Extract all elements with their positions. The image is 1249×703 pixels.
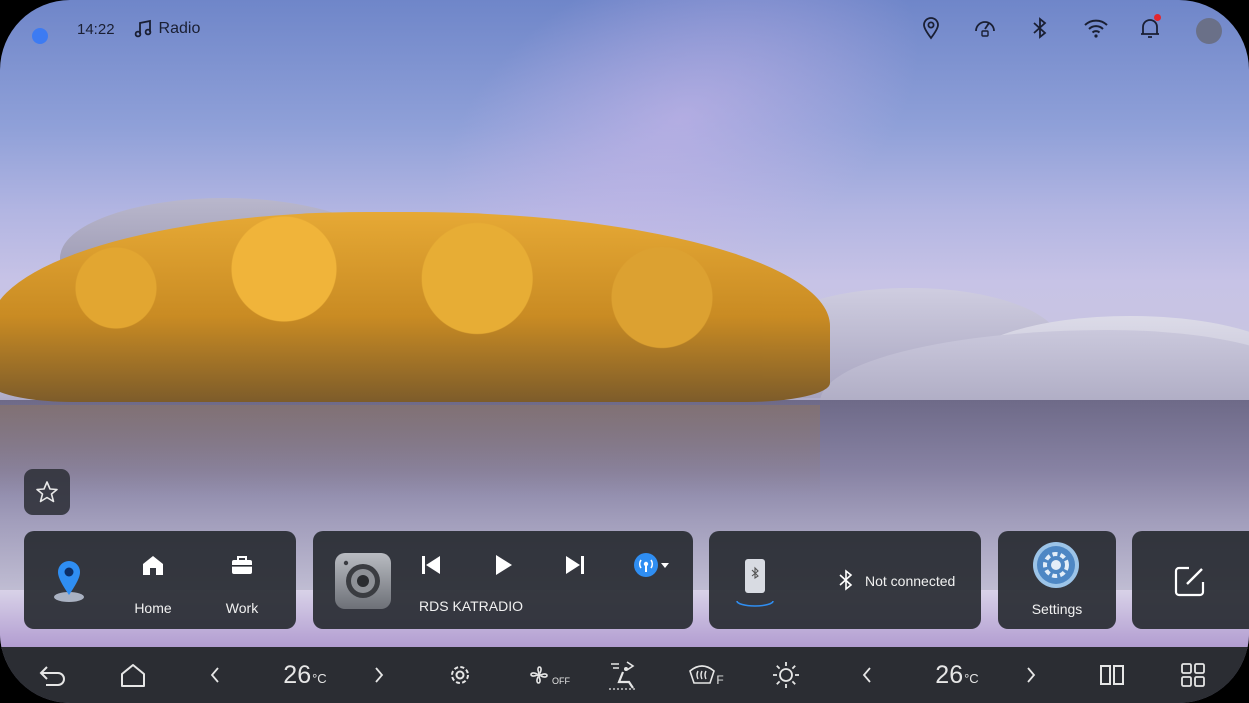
favorites-button[interactable] — [24, 469, 70, 515]
location-icon[interactable] — [918, 14, 944, 42]
notification-bell-icon[interactable] — [1137, 14, 1163, 42]
clock: 14:22 — [77, 20, 115, 38]
work-briefcase-icon[interactable] — [224, 551, 260, 579]
music-note-icon — [134, 19, 151, 38]
map-pin-icon[interactable] — [48, 555, 90, 605]
driver-temperature-value: 26 — [283, 660, 312, 689]
radio-antenna-icon — [634, 553, 658, 577]
split-screen-button[interactable] — [1094, 647, 1130, 703]
navigation-widget: Home Work — [24, 531, 296, 629]
chevron-left-icon — [210, 667, 219, 683]
passenger-temp-increase[interactable] — [1016, 647, 1046, 703]
speed-limit-icon[interactable] — [972, 14, 998, 42]
driver-temperature-unit: °C — [312, 670, 327, 686]
app-drawer-button[interactable] — [1176, 647, 1210, 703]
settings-widget[interactable]: Settings — [998, 531, 1116, 629]
bottom-dock: 26 °C OFF F 26 °C — [0, 647, 1249, 703]
screen: 14:22 Radio Home Work RDS KATRADIO Not c… — [0, 0, 1249, 703]
avatar[interactable] — [1196, 18, 1222, 44]
wallpaper-reflection — [0, 405, 820, 495]
back-button[interactable] — [30, 647, 76, 703]
bluetooth-icon[interactable] — [1027, 14, 1053, 42]
back-icon — [39, 666, 65, 686]
seat-airflow-icon — [609, 661, 637, 690]
settings-gear-icon — [1032, 541, 1080, 589]
chevron-down-icon — [661, 563, 669, 568]
front-defrost-button[interactable]: F — [684, 647, 728, 703]
fan-icon — [530, 666, 548, 684]
star-icon — [36, 481, 58, 503]
app-grid-icon — [1181, 663, 1205, 687]
driver-temp-decrease[interactable] — [200, 647, 230, 703]
settings-label: Settings — [1031, 601, 1083, 617]
play-button[interactable] — [489, 551, 517, 579]
skip-previous-icon — [422, 556, 440, 574]
notification-badge — [1154, 14, 1161, 21]
defrost-icon — [689, 665, 716, 684]
previous-track-button[interactable] — [417, 551, 445, 579]
wifi-icon[interactable] — [1083, 14, 1109, 42]
source-selector[interactable] — [631, 551, 673, 579]
bluetooth-status-text: Not connected — [865, 573, 956, 589]
edit-icon — [1170, 561, 1210, 601]
phone-icon — [735, 555, 775, 607]
brightness-icon — [773, 662, 799, 688]
station-name: RDS KATRADIO — [419, 598, 523, 614]
fan-state-label: OFF — [552, 676, 570, 686]
passenger-temperature-unit: °C — [964, 670, 979, 686]
current-app[interactable]: Radio — [133, 19, 201, 39]
chevron-right-icon — [375, 667, 384, 683]
status-bar-left: 14:22 Radio — [77, 19, 200, 39]
home-button[interactable] — [110, 647, 156, 703]
play-icon — [496, 555, 512, 575]
fan-button[interactable]: OFF — [522, 647, 574, 703]
brightness-button[interactable] — [768, 647, 804, 703]
radio-speaker-icon[interactable] — [335, 553, 391, 609]
climate-settings-button[interactable] — [440, 647, 480, 703]
defrost-label: F — [716, 673, 724, 687]
next-track-button[interactable] — [561, 551, 589, 579]
gear-icon — [451, 666, 469, 684]
bluetooth-status-icon — [835, 567, 857, 593]
driver-temperature: 26 °C — [268, 647, 342, 703]
bluetooth-widget[interactable]: Not connected — [709, 531, 981, 629]
media-widget: RDS KATRADIO — [313, 531, 693, 629]
home-icon[interactable] — [134, 551, 172, 579]
split-screen-icon — [1100, 665, 1124, 685]
edit-widget[interactable] — [1132, 531, 1249, 629]
chevron-right-icon — [1027, 667, 1036, 683]
home-shortcut-label[interactable]: Home — [124, 600, 182, 616]
skip-next-icon — [566, 556, 584, 574]
home-icon — [121, 664, 145, 687]
driver-temp-increase[interactable] — [364, 647, 394, 703]
passenger-temperature: 26 °C — [920, 647, 994, 703]
seat-airflow-button[interactable] — [602, 647, 644, 703]
current-app-label: Radio — [158, 20, 201, 37]
chevron-left-icon — [862, 667, 871, 683]
passenger-temp-decrease[interactable] — [852, 647, 882, 703]
passenger-temperature-value: 26 — [935, 660, 964, 689]
work-shortcut-label[interactable]: Work — [214, 600, 270, 616]
status-indicator-dot — [32, 28, 48, 44]
